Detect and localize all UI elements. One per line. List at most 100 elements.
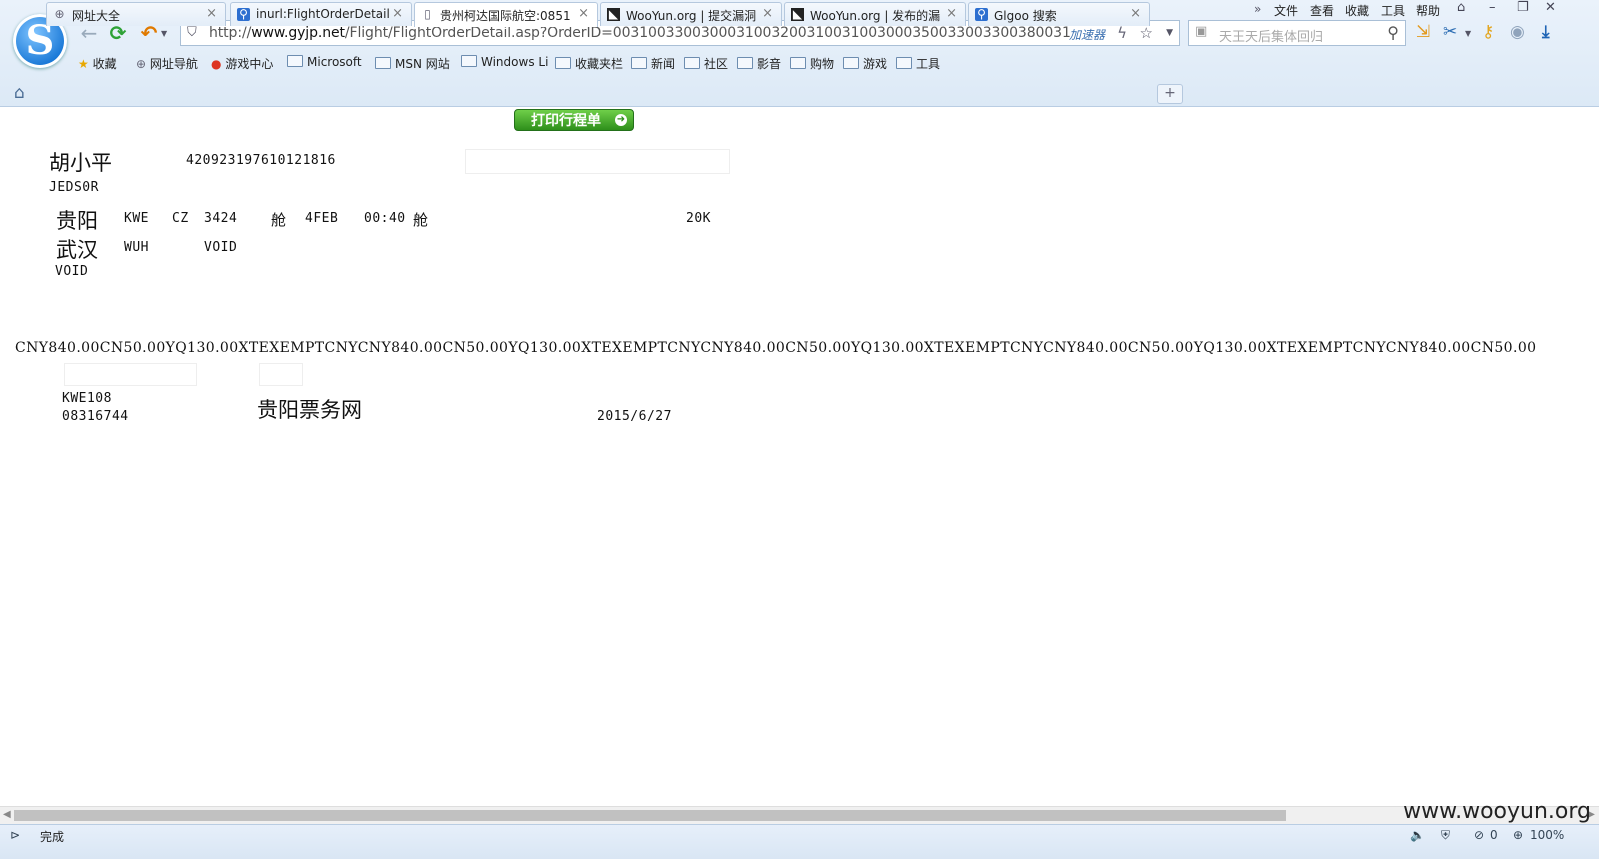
close-tab-icon[interactable]: × [762, 6, 773, 21]
lightning-icon[interactable]: ϟ [1117, 24, 1127, 42]
scrollbar-thumb[interactable] [14, 810, 1286, 821]
to-code: WUH [124, 240, 149, 255]
more-icon[interactable]: ◉ [1510, 22, 1525, 42]
close-tab-icon[interactable]: × [946, 6, 957, 21]
folder-icon [790, 57, 806, 69]
tab-url-directory[interactable]: ⊕ 网址大全 × [46, 2, 226, 26]
fare-line: CNY840.00CN50.00YQ130.00XTEXEMPTCNYCNY84… [15, 340, 1537, 356]
block-count: 0 [1490, 828, 1498, 842]
star-icon[interactable]: ☆ [1140, 24, 1153, 42]
chevron-down-icon[interactable]: ▼ [1166, 28, 1173, 38]
shield-icon: ⛉ [187, 25, 197, 40]
import-icon[interactable]: ⇲ [1416, 22, 1430, 42]
sidebar-toggle-icon[interactable]: ⊳ [10, 828, 20, 842]
menu-file[interactable]: 文件 [1274, 2, 1298, 19]
close-tab-icon[interactable]: × [206, 6, 217, 21]
empty-field-box [64, 363, 197, 386]
agent-code: KWE108 [62, 391, 112, 406]
globe-icon: ⊕ [136, 57, 147, 71]
tab-glgoo-search[interactable]: ⚲ Glgoo 搜索 × [968, 2, 1150, 26]
issue-date: 2015/6/27 [597, 409, 672, 424]
baggage-allowance: 20K [686, 211, 711, 226]
scissors-icon[interactable]: ✂ [1443, 22, 1457, 42]
scissors-dropdown-icon[interactable]: ▼ [1465, 29, 1471, 38]
bookmark-games[interactable]: 游戏 [843, 55, 887, 72]
restore-icon[interactable]: ❐ [1517, 0, 1529, 15]
search-box[interactable]: ▣ 天王天后集体回归 ⚲ [1188, 20, 1406, 46]
close-tab-icon[interactable]: × [1130, 6, 1141, 21]
cabin-label-2: 舱 [413, 211, 429, 229]
bookmark-microsoft[interactable]: Microsoft [287, 55, 362, 69]
close-window-icon[interactable]: ✕ [1545, 0, 1556, 15]
bookmark-msn[interactable]: MSN 网站 [375, 55, 450, 72]
folder-icon [631, 57, 647, 69]
undo-dropdown-icon[interactable]: ▼ [161, 29, 167, 38]
id-number: 420923197610121816 [186, 153, 336, 168]
key-icon[interactable]: ⚷ [1482, 22, 1494, 42]
star-icon: ★ [78, 57, 89, 71]
menu-more-icon[interactable]: » [1254, 2, 1261, 16]
bookmark-nav[interactable]: ⊕ 网址导航 [136, 55, 198, 72]
agency-name: 贵阳票务网 [257, 398, 362, 422]
watermark: www.wooyun.org [1403, 799, 1591, 824]
search-icon: ⚲ [975, 8, 988, 21]
arrow-right-icon: ➜ [615, 114, 627, 126]
menu-favorites[interactable]: 收藏 [1345, 2, 1369, 19]
bookmark-tools[interactable]: 工具 [896, 55, 940, 72]
bookmark-news[interactable]: 新闻 [631, 55, 675, 72]
bookmark-shopping[interactable]: 购物 [790, 55, 834, 72]
search-input[interactable]: 天王天后集体回归 [1219, 26, 1323, 45]
search-engine-icon[interactable]: ▣ [1195, 24, 1207, 39]
wooyun-icon: ◣ [791, 7, 804, 21]
skin-icon[interactable]: ⌂ [1457, 0, 1465, 15]
page-content: 打印行程单 ➜ 胡小平 420923197610121816 JEDS0R 贵阳… [0, 106, 1599, 806]
folder-icon [896, 57, 912, 69]
close-tab-icon[interactable]: × [578, 6, 589, 21]
bookmark-windows-live[interactable]: Windows Li [461, 55, 548, 69]
print-itinerary-button[interactable]: 打印行程单 ➜ [514, 109, 634, 131]
scroll-left-icon[interactable]: ◀ [3, 809, 11, 820]
status-bar: ⊳ 完成 🔈 ⛨ ⊘ 0 ⊕ 100% [0, 824, 1599, 859]
bookmark-favorites-bar[interactable]: 收藏夹栏 [555, 55, 623, 72]
menu-help[interactable]: 帮助 [1416, 2, 1440, 19]
close-tab-icon[interactable]: × [392, 6, 403, 21]
bookmark-favorites[interactable]: ★ 收藏 [78, 55, 117, 72]
tab-wooyun-submit[interactable]: ◣ WooYun.org | 提交漏洞 × [600, 2, 782, 26]
folder-icon [684, 57, 700, 69]
speaker-icon[interactable]: 🔈 [1410, 828, 1425, 842]
to-city: 武汉 [56, 238, 98, 262]
accelerator-button[interactable]: 加速器 [1069, 26, 1105, 43]
search-icon: ⚲ [237, 8, 250, 21]
url-text[interactable]: http://www.gyjp.net/Flight/FlightOrderDe… [209, 25, 1071, 41]
ad-block-icon[interactable]: ⊘ [1474, 828, 1484, 842]
security-icon[interactable]: ⛨ [1441, 828, 1450, 843]
empty-field-box [259, 363, 303, 386]
flight-number: 3424 [204, 211, 238, 226]
minimize-icon[interactable]: – [1489, 0, 1496, 15]
horizontal-scrollbar[interactable]: ◀ ▶ [0, 806, 1599, 825]
globe-icon: ⊕ [54, 7, 65, 21]
status-text: 完成 [40, 830, 65, 844]
bookmark-game-center[interactable]: ● 游戏中心 [211, 55, 273, 72]
search-icon[interactable]: ⚲ [1387, 23, 1399, 42]
bookmark-community[interactable]: 社区 [684, 55, 728, 72]
from-code: KWE [124, 211, 149, 226]
cabin-label: 舱 [271, 211, 287, 229]
tab-inurl-search[interactable]: ⚲ inurl:FlightOrderDetail. × [230, 2, 412, 26]
bookmark-media[interactable]: 影音 [737, 55, 781, 72]
tab-wooyun-published[interactable]: ◣ WooYun.org | 发布的漏 × [784, 2, 966, 26]
menu-tools[interactable]: 工具 [1381, 2, 1405, 19]
void-line: VOID [55, 264, 89, 279]
folder-icon [287, 55, 303, 67]
tab-guizhou-airline[interactable]: ▯ 贵州柯达国际航空:0851 × [414, 2, 598, 27]
void-segment: VOID [204, 240, 238, 255]
home-icon[interactable]: ⌂ [14, 83, 25, 103]
airline-code: CZ [172, 211, 189, 226]
folder-icon [737, 57, 753, 69]
menu-view[interactable]: 查看 [1310, 2, 1334, 19]
download-icon[interactable]: ⤓ [1542, 22, 1550, 42]
zoom-icon[interactable]: ⊕ [1513, 828, 1523, 842]
zoom-level[interactable]: 100% [1530, 828, 1564, 842]
new-tab-button[interactable]: + [1157, 84, 1183, 104]
folder-icon [555, 57, 571, 69]
